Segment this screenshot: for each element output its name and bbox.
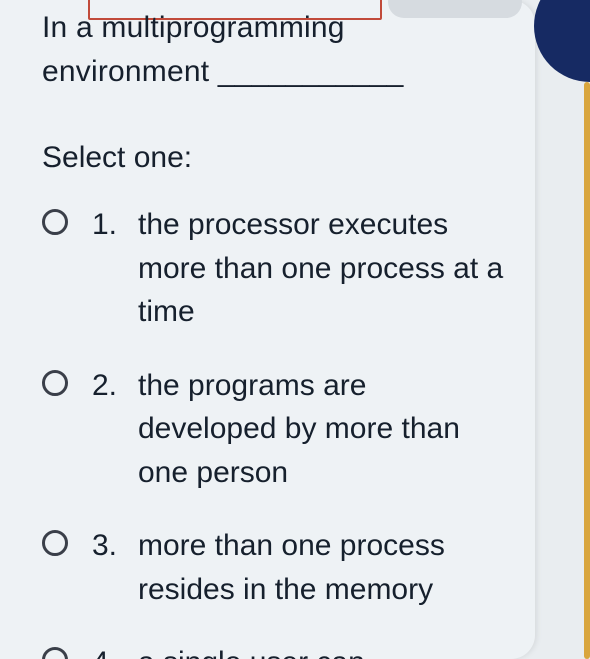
content-area: In a multiprogramming environment ______… (42, 6, 505, 659)
page: In a multiprogramming environment ______… (0, 0, 590, 659)
option-text: the programs are developed by more than … (132, 364, 505, 495)
option-1: 1. the processor executes more than one … (42, 203, 505, 334)
radio-option-4[interactable] (42, 647, 68, 659)
floating-action-button[interactable] (534, 0, 590, 82)
question-text: In a multiprogramming environment ______… (42, 6, 505, 93)
option-number: 4. (92, 641, 132, 659)
options-list: 1. the processor executes more than one … (42, 203, 505, 659)
radio-option-1[interactable] (42, 209, 68, 235)
option-text: a single user can (132, 641, 505, 659)
option-text: more than one process resides in the mem… (132, 524, 505, 611)
option-number: 3. (92, 524, 132, 568)
option-number: 2. (92, 364, 132, 408)
question-card: In a multiprogramming environment ______… (0, 0, 535, 659)
radio-option-3[interactable] (42, 530, 68, 556)
option-3: 3. more than one process resides in the … (42, 524, 505, 611)
select-one-label: Select one: (42, 141, 505, 175)
option-4: 4. a single user can (42, 641, 505, 659)
side-accent-stripe (584, 82, 590, 659)
radio-option-2[interactable] (42, 370, 68, 396)
option-number: 1. (92, 203, 132, 247)
option-2: 2. the programs are developed by more th… (42, 364, 505, 495)
option-text: the processor executes more than one pro… (132, 203, 505, 334)
